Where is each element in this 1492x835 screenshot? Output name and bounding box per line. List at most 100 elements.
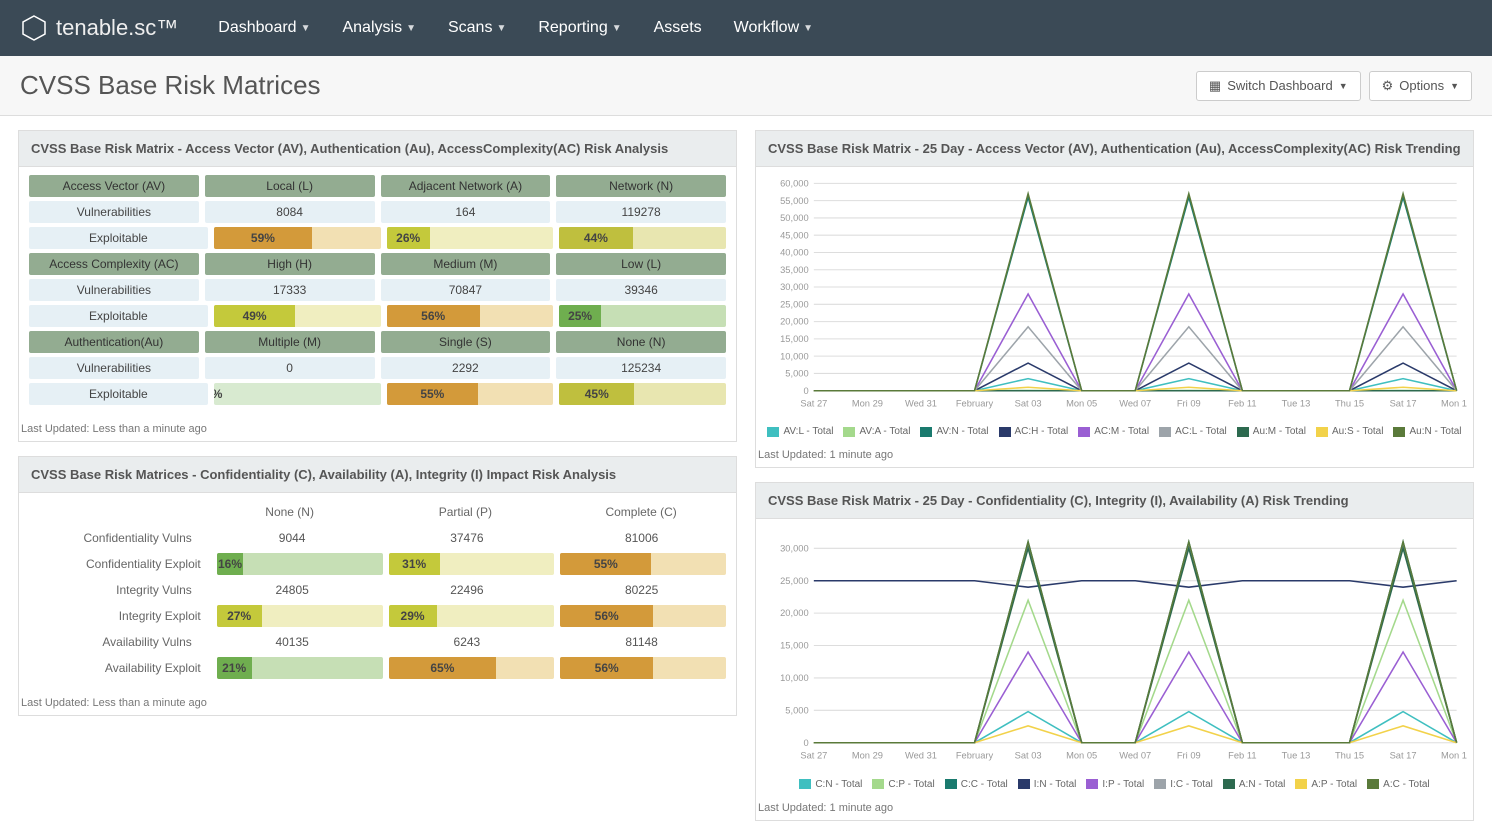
matrix-bar[interactable]: 27% [217, 605, 383, 627]
matrix-value[interactable]: 37476 [383, 527, 552, 549]
svg-text:45,000: 45,000 [780, 230, 809, 240]
svg-text:20,000: 20,000 [780, 609, 809, 619]
matrix-value[interactable]: 24805 [208, 579, 377, 601]
legend-item[interactable]: C:C - Total [945, 779, 1008, 790]
legend-item[interactable]: AV:L - Total [767, 426, 833, 437]
nav-reporting[interactable]: Reporting▼ [538, 19, 621, 37]
row-label: Exploitable [29, 227, 208, 249]
svg-text:Sat 27: Sat 27 [800, 398, 827, 408]
nav-assets[interactable]: Assets [654, 19, 702, 37]
nav-workflow[interactable]: Workflow▼ [734, 19, 813, 37]
matrix-value[interactable]: 0 [205, 357, 375, 379]
svg-text:55,000: 55,000 [780, 196, 809, 206]
legend-item[interactable]: A:P - Total [1295, 779, 1357, 790]
matrix-bar[interactable]: 56% [560, 657, 726, 679]
matrix-header: Access Complexity (AC) [29, 253, 199, 275]
legend-item[interactable]: AC:L - Total [1159, 426, 1227, 437]
matrix-bar[interactable]: 29% [389, 605, 555, 627]
legend-item[interactable]: Au:M - Total [1237, 426, 1306, 437]
legend-item[interactable]: AV:N - Total [920, 426, 988, 437]
matrix-value[interactable]: 2292 [381, 357, 551, 379]
nav-dashboard[interactable]: Dashboard▼ [218, 19, 310, 37]
trend-chart[interactable]: 05,00010,00015,00020,00025,00030,000Sat … [762, 525, 1467, 763]
matrix-bar[interactable]: 25% [559, 305, 726, 327]
column-header: Partial (P) [381, 501, 551, 523]
svg-text:Fri 09: Fri 09 [1177, 751, 1201, 761]
matrix-value[interactable]: 39346 [556, 279, 726, 301]
matrix-bar[interactable]: 45% [559, 383, 726, 405]
svg-text:Mon 19: Mon 19 [1441, 398, 1467, 408]
panel-chart-1: CVSS Base Risk Matrix - 25 Day - Confide… [755, 482, 1474, 820]
legend-item[interactable]: AV:A - Total [843, 426, 910, 437]
matrix-value[interactable]: 6243 [383, 631, 552, 653]
matrix-bar[interactable]: 0% [214, 383, 381, 405]
matrix-header: Adjacent Network (A) [381, 175, 551, 197]
legend-item[interactable]: AC:M - Total [1078, 426, 1149, 437]
matrix-value[interactable]: 70847 [381, 279, 551, 301]
last-updated: Last Updated: Less than a minute ago [19, 417, 736, 441]
legend-item[interactable]: Au:N - Total [1393, 426, 1461, 437]
nav-analysis[interactable]: Analysis▼ [342, 19, 415, 37]
svg-text:Wed 31: Wed 31 [905, 398, 937, 408]
row-label: Vulnerabilities [29, 201, 199, 223]
column-header: Complete (C) [556, 501, 726, 523]
nav-scans[interactable]: Scans▼ [448, 19, 506, 37]
matrix-bar[interactable]: 26% [387, 227, 554, 249]
legend-item[interactable]: C:P - Total [872, 779, 934, 790]
matrix-bar[interactable]: 65% [389, 657, 555, 679]
matrix-bar[interactable]: 56% [560, 605, 726, 627]
svg-text:Sat 17: Sat 17 [1390, 398, 1417, 408]
row-label: Availability Vulns [29, 631, 202, 653]
legend-item[interactable]: C:N - Total [799, 779, 862, 790]
caret-down-icon: ▼ [1450, 81, 1459, 91]
matrix-header: Local (L) [205, 175, 375, 197]
matrix-bar[interactable]: 59% [214, 227, 381, 249]
switch-dashboard-button[interactable]: ▦Switch Dashboard▼ [1196, 71, 1361, 101]
svg-text:50,000: 50,000 [780, 213, 809, 223]
svg-text:Mon 05: Mon 05 [1066, 398, 1097, 408]
svg-text:Tue 13: Tue 13 [1282, 751, 1311, 761]
row-label: Confidentiality Vulns [29, 527, 202, 549]
matrix-bar[interactable]: 16% [217, 553, 383, 575]
row-label: Exploitable [29, 305, 208, 327]
legend-item[interactable]: I:P - Total [1086, 779, 1144, 790]
matrix-value[interactable]: 9044 [208, 527, 377, 549]
matrix-bar[interactable]: 21% [217, 657, 383, 679]
matrix-header: Single (S) [381, 331, 551, 353]
legend-item[interactable]: A:N - Total [1223, 779, 1286, 790]
legend-item[interactable]: Au:S - Total [1316, 426, 1384, 437]
svg-text:20,000: 20,000 [780, 317, 809, 327]
panel-title: CVSS Base Risk Matrix - 25 Day - Access … [756, 131, 1473, 167]
matrix-value[interactable]: 80225 [557, 579, 726, 601]
matrix-value[interactable]: 81148 [557, 631, 726, 653]
matrix-value[interactable]: 119278 [556, 201, 726, 223]
page-title: CVSS Base Risk Matrices [20, 70, 321, 101]
trend-chart[interactable]: 05,00010,00015,00020,00025,00030,00035,0… [762, 173, 1467, 411]
matrix-value[interactable]: 17333 [205, 279, 375, 301]
matrix-bar[interactable]: 56% [387, 305, 554, 327]
legend-item[interactable]: AC:H - Total [999, 426, 1069, 437]
panel-title: CVSS Base Risk Matrices - Confidentialit… [19, 457, 736, 493]
matrix-value[interactable]: 81006 [557, 527, 726, 549]
matrix-bar[interactable]: 31% [389, 553, 555, 575]
matrix-value[interactable]: 125234 [556, 357, 726, 379]
panel-impact-risk-analysis: CVSS Base Risk Matrices - Confidentialit… [18, 456, 737, 716]
legend-item[interactable]: I:C - Total [1154, 779, 1213, 790]
matrix-bar[interactable]: 49% [214, 305, 381, 327]
matrix-header: Network (N) [556, 175, 726, 197]
legend-item[interactable]: I:N - Total [1018, 779, 1077, 790]
options-button[interactable]: ⚙Options▼ [1369, 71, 1472, 101]
matrix-value[interactable]: 22496 [383, 579, 552, 601]
matrix-value[interactable]: 8084 [205, 201, 375, 223]
matrix-bar[interactable]: 55% [387, 383, 554, 405]
svg-text:10,000: 10,000 [780, 351, 809, 361]
legend-item[interactable]: A:C - Total [1367, 779, 1430, 790]
svg-text:Sat 03: Sat 03 [1015, 398, 1042, 408]
matrix-bar[interactable]: 44% [559, 227, 726, 249]
matrix-value[interactable]: 40135 [208, 631, 377, 653]
brand-logo[interactable]: tenable.sc™ [20, 14, 178, 42]
svg-text:Sat 17: Sat 17 [1390, 751, 1417, 761]
matrix-value[interactable]: 164 [381, 201, 551, 223]
svg-text:Mon 29: Mon 29 [852, 398, 883, 408]
matrix-bar[interactable]: 55% [560, 553, 726, 575]
